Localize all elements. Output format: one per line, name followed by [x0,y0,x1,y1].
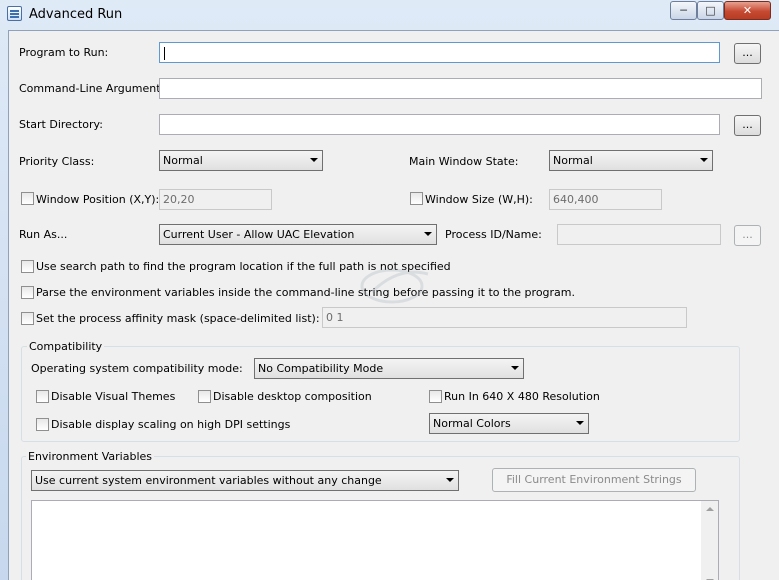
run-640-checkbox[interactable] [429,390,442,403]
disable-composition-label: Disable desktop composition [213,390,372,403]
chevron-down-icon [424,232,432,236]
chevron-down-icon [310,158,318,162]
main-window-state-select[interactable]: Normal [549,150,713,171]
disable-dpi-checkbox[interactable] [36,418,49,431]
text-caret [164,46,165,60]
window-position-input[interactable]: 20,20 [159,189,272,210]
parse-env-checkbox[interactable] [21,286,34,299]
affinity-label: Set the process affinity mask (space-del… [36,312,320,325]
chevron-down-icon [576,421,584,425]
process-id-browse-button[interactable]: ... [734,225,761,246]
disable-themes-label: Disable Visual Themes [51,390,176,403]
environment-mode-select[interactable]: Use current system environment variables… [31,470,459,491]
process-id-label: Process ID/Name: [445,228,542,241]
program-label: Program to Run: [19,46,109,59]
main-window-state-label: Main Window State: [409,155,519,168]
window-position-label: Window Position (X,Y): [36,193,160,206]
title-bar[interactable]: Advanced Run ─ □ ✕ [0,0,779,28]
dialog-body: Program to Run: ... Command-Line Argumen… [8,30,779,580]
disable-dpi-label: Disable display scaling on high DPI sett… [51,418,291,431]
affinity-input[interactable]: 0 1 [322,307,687,328]
process-id-input[interactable] [557,224,721,245]
compatibility-title: Compatibility [27,340,105,353]
environment-mode-value: Use current system environment variables… [35,474,382,487]
start-directory-label: Start Directory: [19,118,103,131]
scroll-up-icon[interactable] [706,507,714,511]
colors-value: Normal Colors [433,417,511,430]
search-path-label: Use search path to find the program loca… [36,260,451,273]
environment-scrollbar[interactable] [701,501,718,580]
priority-class-select[interactable]: Normal [159,150,323,171]
window-size-input[interactable]: 640,400 [549,189,662,210]
window-size-checkbox[interactable] [410,192,423,205]
advanced-run-window: Advanced Run ─ □ ✕ Program to Run: ... C… [0,0,779,580]
close-button[interactable]: ✕ [724,1,771,20]
minimize-button[interactable]: ─ [670,1,697,20]
run-as-label: Run As... [19,228,68,241]
environment-strings-textarea[interactable] [31,500,719,580]
colors-select[interactable]: Normal Colors [429,413,589,434]
disable-composition-checkbox[interactable] [198,390,211,403]
minimize-icon: ─ [680,4,687,17]
arguments-input[interactable] [159,78,762,99]
affinity-checkbox[interactable] [21,312,34,325]
run-640-label: Run In 640 X 480 Resolution [444,390,600,403]
chevron-down-icon [511,366,519,370]
maximize-button[interactable]: □ [697,1,724,20]
compat-mode-label: Operating system compatibility mode: [31,362,243,375]
program-input[interactable] [159,42,720,63]
run-as-value: Current User - Allow UAC Elevation [163,228,355,241]
start-directory-input[interactable] [159,114,720,135]
priority-class-label: Priority Class: [19,155,95,168]
priority-class-value: Normal [163,154,203,167]
start-directory-browse-button[interactable]: ... [734,115,761,136]
chevron-down-icon [446,478,454,482]
fill-environment-button[interactable]: Fill Current Environment Strings [492,468,696,492]
close-icon: ✕ [742,4,753,17]
window-position-checkbox[interactable] [21,192,34,205]
disable-themes-checkbox[interactable] [36,390,49,403]
run-as-select[interactable]: Current User - Allow UAC Elevation [159,224,437,245]
search-path-checkbox[interactable] [21,260,34,273]
compat-mode-select[interactable]: No Compatibility Mode [254,358,524,379]
main-window-state-value: Normal [553,154,593,167]
window-title: Advanced Run [29,7,123,22]
app-icon [7,6,22,21]
window-size-label: Window Size (W,H): [425,193,533,206]
compat-mode-value: No Compatibility Mode [258,362,384,375]
arguments-label: Command-Line Arguments: [19,82,170,95]
maximize-icon: □ [705,4,716,17]
program-browse-button[interactable]: ... [734,43,761,64]
environment-title: Environment Variables [26,450,155,463]
parse-env-label: Parse the environment variables inside t… [36,286,575,299]
chevron-down-icon [700,158,708,162]
